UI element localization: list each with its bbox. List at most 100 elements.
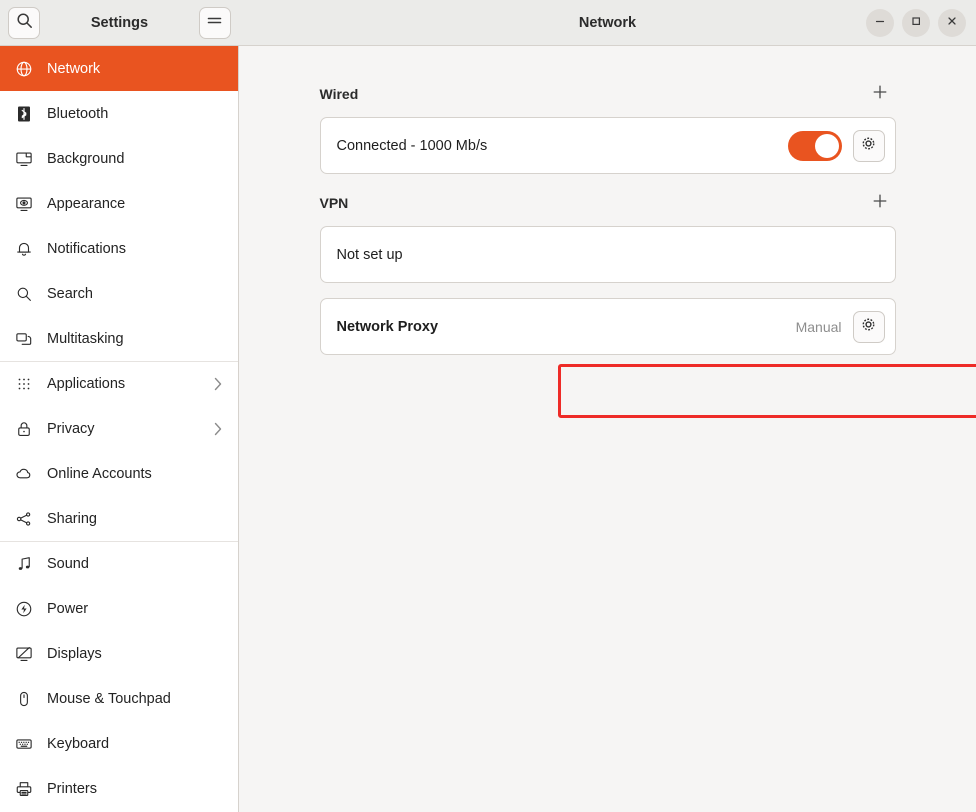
gear-icon	[860, 316, 877, 338]
sidebar-item-label: Mouse & Touchpad	[47, 690, 171, 707]
wired-toggle[interactable]	[787, 130, 842, 161]
maximize-icon	[910, 14, 922, 32]
network-proxy-section: Network Proxy Manual	[319, 298, 896, 355]
music-note-icon	[9, 555, 39, 573]
sidebar-item-multitasking[interactable]: Multitasking	[0, 316, 238, 361]
minimize-icon	[874, 14, 886, 32]
sidebar-item-online-accounts[interactable]: Online Accounts	[0, 451, 238, 496]
window-header: Network	[239, 0, 976, 45]
windows-icon	[9, 330, 39, 348]
plus-icon	[872, 84, 888, 105]
sidebar-item-privacy[interactable]: Privacy	[0, 406, 238, 451]
sidebar-item-power[interactable]: Power	[0, 586, 238, 631]
sidebar-item-label: Search	[47, 285, 93, 302]
titlebar: Settings Network	[0, 0, 976, 46]
sidebar-item-search[interactable]: Search	[0, 271, 238, 316]
sidebar-item-printers[interactable]: Printers	[0, 766, 238, 811]
keyboard-icon	[9, 735, 39, 753]
proxy-gear-button[interactable]	[852, 310, 885, 343]
sidebar-item-label: Appearance	[47, 195, 126, 212]
sidebar-item-label: Power	[47, 600, 89, 617]
close-button[interactable]	[938, 8, 966, 37]
sidebar-item-appearance[interactable]: Appearance	[0, 181, 238, 226]
sidebar-item-label: Keyboard	[47, 735, 110, 752]
wired-section-header: Wired	[320, 80, 896, 108]
search-button[interactable]	[8, 6, 40, 39]
wired-status-label: Connected - 1000 Mb/s	[336, 137, 488, 154]
lock-icon	[9, 420, 39, 438]
sidebar-item-label: Privacy	[47, 420, 95, 437]
wired-connection-row[interactable]: Connected - 1000 Mb/s	[321, 118, 895, 173]
window-body: Network Bluetooth Background Appearance Noti…	[0, 46, 976, 812]
window-controls	[866, 8, 966, 37]
sidebar-item-sharing[interactable]: Sharing	[0, 496, 238, 541]
sidebar-item-label: Bluetooth	[47, 105, 109, 122]
vpn-section-header: VPN	[320, 189, 896, 217]
sidebar-item-label: Multitasking	[47, 330, 124, 347]
sidebar-item-mouse-touchpad[interactable]: Mouse & Touchpad	[0, 676, 238, 721]
sidebar-item-label: Notifications	[47, 240, 126, 257]
wired-row-controls	[787, 129, 885, 162]
network-proxy-row[interactable]: Network Proxy Manual	[321, 299, 895, 354]
power-icon	[9, 600, 39, 618]
vpn-status-row: Not set up	[321, 227, 895, 282]
sidebar-item-label: Applications	[47, 376, 126, 392]
globe-icon	[9, 60, 39, 78]
bluetooth-icon	[9, 105, 39, 123]
wired-title: Wired	[319, 86, 359, 102]
add-vpn-button[interactable]	[866, 189, 894, 217]
sidebar-header: Settings	[0, 0, 239, 45]
gear-icon	[860, 135, 877, 157]
main-menu-button[interactable]	[198, 6, 231, 39]
appearance-icon	[9, 195, 39, 213]
vpn-title: VPN	[319, 195, 349, 211]
sidebar-item-label: Displays	[47, 645, 102, 662]
sidebar-item-label: Network	[47, 60, 101, 77]
sidebar-item-label: Background	[47, 150, 125, 167]
settings-window: Settings Network Network Bluetooth Backg…	[0, 0, 976, 812]
network-proxy-card: Network Proxy Manual	[319, 298, 896, 355]
hamburger-menu-icon	[206, 14, 223, 32]
mouse-icon	[9, 690, 39, 708]
display-icon	[9, 150, 39, 168]
bell-icon	[9, 240, 39, 258]
grid-icon	[9, 375, 39, 393]
sidebar-item-sound[interactable]: Sound	[0, 541, 238, 586]
minimize-button[interactable]	[866, 8, 894, 37]
wired-settings-button[interactable]	[852, 129, 885, 162]
content-column: Wired Connected - 1000 Mb/s VPN Not set …	[319, 46, 896, 355]
toggle-knob	[814, 133, 839, 158]
annotation-highlight-box	[558, 364, 976, 418]
add-wired-button[interactable]	[866, 80, 894, 108]
sidebar-item-keyboard[interactable]: Keyboard	[0, 721, 238, 766]
sidebar-item-notifications[interactable]: Notifications	[0, 226, 238, 271]
sidebar-item-bluetooth[interactable]: Bluetooth	[0, 91, 238, 136]
chevron-right-icon	[212, 421, 224, 437]
sidebar-item-label: Online Accounts	[47, 465, 152, 482]
search-icon	[16, 12, 33, 34]
close-icon	[946, 14, 958, 32]
sidebar-item-label: Sharing	[47, 510, 97, 527]
proxy-row-controls: Manual	[795, 310, 885, 343]
settings-sidebar: Network Bluetooth Background Appearance Noti…	[0, 46, 239, 812]
plus-icon	[872, 193, 888, 214]
cloud-icon	[9, 465, 39, 483]
sidebar-item-label: Sound	[47, 556, 89, 572]
sidebar-item-applications[interactable]: Applications	[0, 361, 238, 406]
vpn-status-label: Not set up	[336, 246, 403, 263]
sidebar-item-displays[interactable]: Displays	[0, 631, 238, 676]
wired-section: Wired Connected - 1000 Mb/s	[319, 80, 896, 174]
network-proxy-value: Manual	[795, 318, 842, 335]
network-proxy-label: Network Proxy	[336, 318, 439, 335]
share-icon	[9, 510, 39, 528]
sidebar-item-network[interactable]: Network	[0, 46, 238, 91]
search-icon	[9, 285, 39, 303]
printer-icon	[9, 780, 39, 798]
sidebar-item-background[interactable]: Background	[0, 136, 238, 181]
vpn-section: VPN Not set up	[319, 189, 896, 283]
wired-card: Connected - 1000 Mb/s	[319, 117, 896, 174]
sidebar-item-label: Printers	[47, 780, 97, 797]
maximize-button[interactable]	[902, 8, 930, 37]
vpn-card: Not set up	[319, 226, 896, 283]
app-title: Settings	[90, 14, 149, 31]
